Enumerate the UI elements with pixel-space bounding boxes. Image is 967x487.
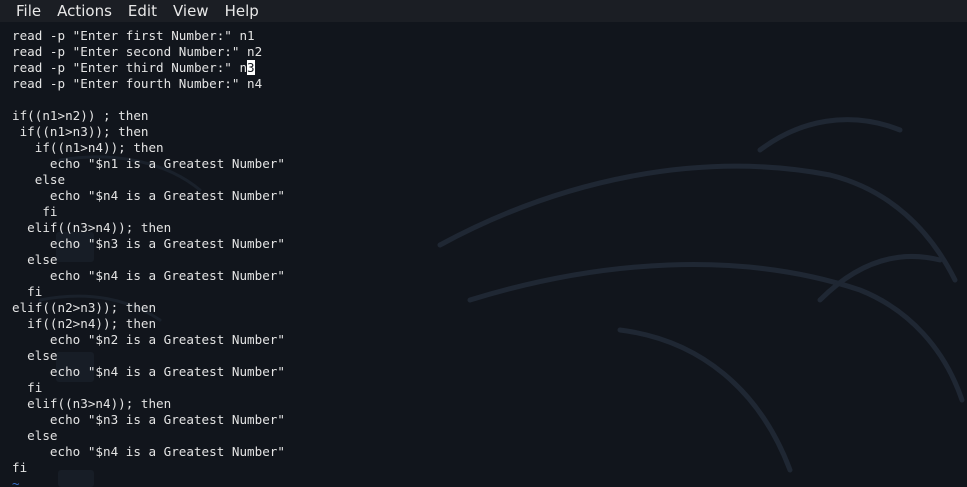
- code-line: else: [12, 252, 58, 267]
- code-line: else: [12, 348, 58, 363]
- code-line: if((n2>n4)); then: [12, 316, 157, 331]
- code-line: echo "$n3 is a Greatest Number": [12, 236, 285, 251]
- code-line: echo "$n4 is a Greatest Number": [12, 188, 285, 203]
- code-line: elif((n3>n4)); then: [12, 396, 172, 411]
- code-line: if((n1>n4)); then: [12, 140, 164, 155]
- code-line-text: read -p "Enter third Number:" n: [12, 60, 248, 75]
- code-line: echo "$n2 is a Greatest Number": [12, 332, 285, 347]
- menu-actions[interactable]: Actions: [49, 0, 120, 22]
- code-line: elif((n3>n4)); then: [12, 220, 172, 235]
- terminal-window: File Actions Edit View Help read -p "Ent…: [0, 0, 967, 487]
- menu-edit[interactable]: Edit: [120, 0, 165, 22]
- code-line: echo "$n4 is a Greatest Number": [12, 444, 285, 459]
- code-line: if((n1>n2)) ; then: [12, 108, 149, 123]
- code-line: else: [12, 428, 58, 443]
- code-line: read -p "Enter second Number:" n2: [12, 44, 263, 59]
- menu-bar: File Actions Edit View Help: [0, 0, 967, 22]
- code-line: read -p "Enter fourth Number:" n4: [12, 76, 263, 91]
- code-line: if((n1>n3)); then: [12, 124, 149, 139]
- code-line: elif((n2>n3)); then: [12, 300, 157, 315]
- code-line: else: [12, 172, 66, 187]
- code-line: echo "$n1 is a Greatest Number": [12, 156, 285, 171]
- code-line: fi: [12, 284, 43, 299]
- text-editor-area[interactable]: read -p "Enter first Number:" n1 read -p…: [12, 28, 285, 476]
- code-line: fi: [12, 460, 28, 475]
- code-line: fi: [12, 380, 43, 395]
- menu-help[interactable]: Help: [217, 0, 267, 22]
- code-line: echo "$n4 is a Greatest Number": [12, 364, 285, 379]
- code-line: echo "$n3 is a Greatest Number": [12, 412, 285, 427]
- menu-file[interactable]: File: [0, 0, 49, 22]
- empty-line-marker: ~: [12, 476, 20, 487]
- code-line: fi: [12, 204, 58, 219]
- text-cursor: 3: [247, 60, 255, 75]
- code-line: echo "$n4 is a Greatest Number": [12, 268, 285, 283]
- code-line-with-cursor: read -p "Enter third Number:" n3: [12, 60, 285, 76]
- menu-view[interactable]: View: [165, 0, 217, 22]
- code-line: read -p "Enter first Number:" n1: [12, 28, 255, 43]
